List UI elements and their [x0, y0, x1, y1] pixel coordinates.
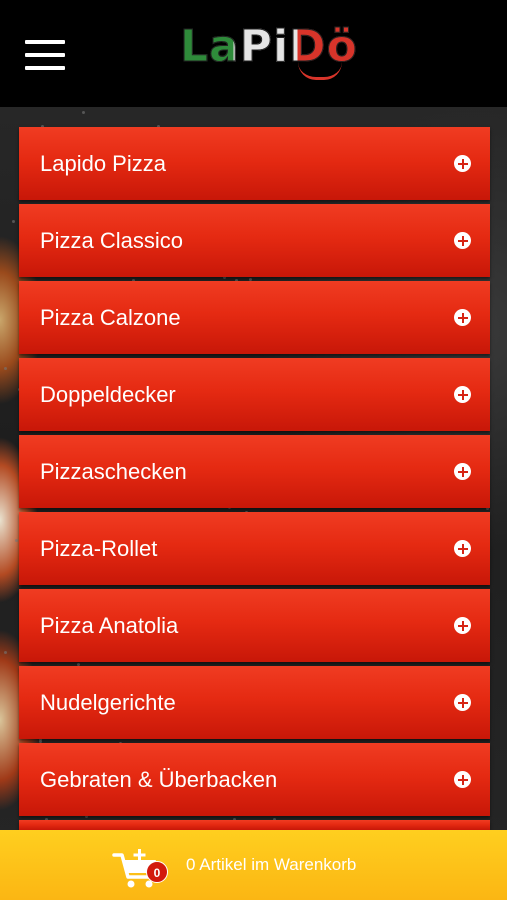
category-label: Doppeldecker [40, 382, 176, 407]
brand-logo[interactable]: LaPiDö [180, 21, 370, 86]
category-item[interactable]: Pizzaschecken [19, 435, 490, 508]
category-label: Lapido Pizza [40, 151, 166, 176]
menu-bar-line [25, 40, 65, 44]
plus-circle-icon[interactable] [454, 309, 471, 326]
plus-circle-icon[interactable] [454, 386, 471, 403]
category-item[interactable]: Doppeldecker [19, 358, 490, 431]
category-item[interactable]: Pizza Anatolia [19, 589, 490, 662]
plus-circle-icon[interactable] [454, 694, 471, 711]
category-label: Pizzaschecken [40, 459, 187, 484]
menu-bar-line [25, 66, 65, 70]
hamburger-menu-button[interactable] [25, 40, 65, 70]
category-item[interactable]: Pizza Calzone [19, 281, 490, 354]
category-label: Pizza-Rollet [40, 536, 158, 561]
cart-summary-text: 0 Artikel im Warenkorb [186, 855, 357, 874]
category-label: Pizza Anatolia [40, 613, 179, 638]
logo-smile-icon [298, 62, 342, 80]
plus-circle-icon[interactable] [454, 463, 471, 480]
category-label: Pizza Classico [40, 228, 184, 253]
plus-circle-icon[interactable] [454, 540, 471, 557]
menu-bar-line [25, 53, 65, 57]
plus-circle-icon[interactable] [454, 155, 471, 172]
texture-speck [3, 367, 7, 371]
cart-bar[interactable]: 0 0 Artikel im Warenkorb [0, 830, 507, 900]
texture-speck [4, 650, 8, 654]
app-header: LaPiDö [0, 0, 507, 107]
plus-circle-icon[interactable] [454, 617, 471, 634]
plus-circle-icon[interactable] [454, 771, 471, 788]
category-label: Nudelgerichte [40, 690, 176, 715]
category-item[interactable]: Lapido Pizza [19, 127, 490, 200]
category-item[interactable]: Nudelgerichte [19, 666, 490, 739]
category-label: Gebraten & Überbacken [40, 767, 278, 792]
plus-circle-icon[interactable] [454, 232, 471, 249]
category-item[interactable]: Gebraten & Überbacken [19, 743, 490, 816]
category-label: Pizza Calzone [40, 305, 181, 330]
texture-speck [82, 110, 86, 114]
category-item[interactable]: Pizza Classico [19, 204, 490, 277]
category-item-partial[interactable] [19, 820, 490, 830]
category-item[interactable]: Pizza-Rollet [19, 512, 490, 585]
cart-count-badge: 0 [146, 861, 168, 883]
